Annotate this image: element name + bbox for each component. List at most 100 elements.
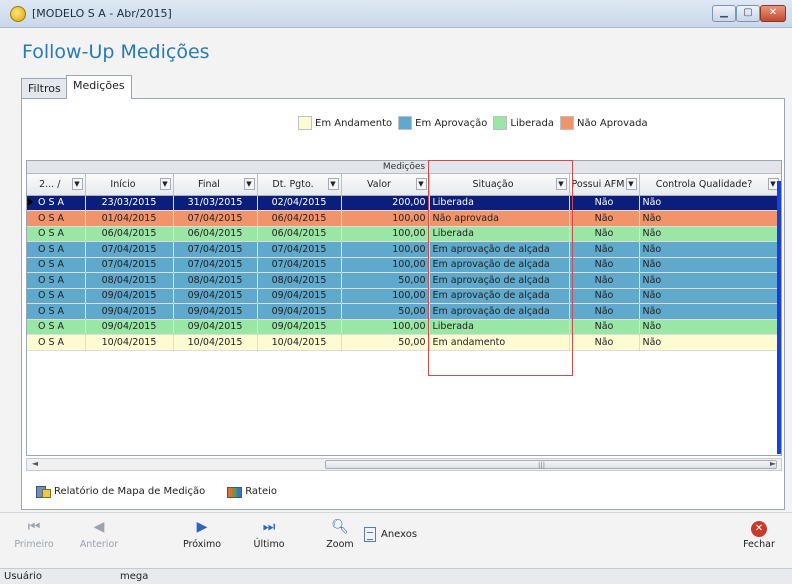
cell-inicio[interactable]: 09/04/2015	[85, 303, 174, 320]
cell-dt-pgto[interactable]: 02/04/2015	[257, 195, 342, 211]
cell-dt-pgto[interactable]: 07/04/2015	[257, 241, 342, 258]
table-row[interactable]: O S A 09/04/2015 09/04/2015 09/04/2015 100,0…	[27, 288, 781, 304]
cell-valor[interactable]: 50,00	[341, 303, 430, 320]
cell-empresa[interactable]: O S A	[27, 210, 86, 227]
cell-final[interactable]: 07/04/2015	[173, 241, 258, 258]
cell-dt-pgto[interactable]: 08/04/2015	[257, 272, 342, 289]
column-filter-dropdown-icon[interactable]: ▼	[327, 178, 339, 190]
cell-inicio[interactable]: 09/04/2015	[85, 319, 174, 335]
cell-inicio[interactable]: 07/04/2015	[85, 257, 174, 273]
cell-inicio[interactable]: 01/04/2015	[85, 210, 174, 227]
scroll-right-icon[interactable]: ►	[767, 459, 779, 470]
table-row[interactable]: O S A 06/04/2015 06/04/2015 06/04/2015 100,0…	[27, 226, 781, 242]
table-row[interactable]: O S A 09/04/2015 09/04/2015 09/04/2015 100,0…	[27, 319, 781, 335]
cell-valor[interactable]: 50,00	[341, 334, 430, 351]
grid-horizontal-scrollbar[interactable]: ◄ ||| ►	[26, 458, 782, 471]
cell-dt-pgto[interactable]: 06/04/2015	[257, 210, 342, 227]
cell-final[interactable]: 09/04/2015	[173, 303, 258, 320]
cell-valor[interactable]: 100,00	[341, 319, 430, 335]
table-row[interactable]: O S A 09/04/2015 09/04/2015 09/04/2015 50,00…	[27, 303, 781, 320]
cell-possui-afm[interactable]: Não	[569, 195, 640, 211]
minimize-button[interactable]: ▁	[712, 5, 736, 22]
column-filter-dropdown-icon[interactable]: ▼	[159, 178, 171, 190]
cell-possui-afm[interactable]: Não	[569, 272, 640, 289]
column-header-final[interactable]: Final ▼	[173, 174, 258, 196]
cell-controla-qualidade[interactable]: Não	[639, 226, 781, 242]
cell-controla-qualidade[interactable]: Não	[639, 210, 781, 227]
column-header-controla-qualidade[interactable]: Controla Qualidade? ▼	[639, 174, 781, 196]
cell-empresa[interactable]: O S A	[27, 257, 86, 273]
scrollbar-thumb[interactable]: |||	[325, 460, 777, 469]
table-row[interactable]: O S A 01/04/2015 07/04/2015 06/04/2015 100,0…	[27, 210, 781, 227]
table-row[interactable]: O S A 10/04/2015 10/04/2015 10/04/2015 50,00…	[27, 334, 781, 351]
anexos-button[interactable]: Anexos	[364, 527, 417, 542]
cell-empresa[interactable]: O S A	[27, 288, 86, 304]
cell-inicio[interactable]: 06/04/2015	[85, 226, 174, 242]
table-row[interactable]: O S A 08/04/2015 08/04/2015 08/04/2015 50,00…	[27, 272, 781, 289]
cell-controla-qualidade[interactable]: Não	[639, 257, 781, 273]
cell-inicio[interactable]: 09/04/2015	[85, 288, 174, 304]
cell-dt-pgto[interactable]: 09/04/2015	[257, 288, 342, 304]
column-filter-dropdown-icon[interactable]: ▼	[71, 178, 83, 190]
column-filter-dropdown-icon[interactable]: ▼	[415, 178, 427, 190]
cell-valor[interactable]: 200,00	[341, 195, 430, 211]
cell-dt-pgto[interactable]: 10/04/2015	[257, 334, 342, 351]
column-filter-dropdown-icon[interactable]: ▼	[243, 178, 255, 190]
cell-controla-qualidade[interactable]: Não	[639, 319, 781, 335]
cell-final[interactable]: 09/04/2015	[173, 288, 258, 304]
column-header-dt-pgto[interactable]: Dt. Pgto. ▼	[257, 174, 342, 196]
table-row[interactable]: O S A 07/04/2015 07/04/2015 07/04/2015 100,0…	[27, 257, 781, 273]
close-window-button[interactable]: ✕	[760, 5, 786, 22]
column-header-valor[interactable]: Valor ▼	[341, 174, 430, 196]
column-header-possui-afm[interactable]: Possui AFM ▼	[569, 174, 640, 196]
cell-inicio[interactable]: 07/04/2015	[85, 241, 174, 258]
cell-empresa[interactable]: O S A	[27, 241, 86, 258]
cell-controla-qualidade[interactable]: Não	[639, 241, 781, 258]
cell-possui-afm[interactable]: Não	[569, 241, 640, 258]
cell-valor[interactable]: 50,00	[341, 272, 430, 289]
cell-empresa[interactable]: O S A	[27, 272, 86, 289]
cell-inicio[interactable]: 10/04/2015	[85, 334, 174, 351]
cell-controla-qualidade[interactable]: Não	[639, 288, 781, 304]
cell-dt-pgto[interactable]: 09/04/2015	[257, 303, 342, 320]
cell-possui-afm[interactable]: Não	[569, 210, 640, 227]
scroll-left-icon[interactable]: ◄	[29, 459, 41, 470]
zoom-button[interactable]: 🔍︎ Zoom	[315, 518, 365, 550]
cell-possui-afm[interactable]: Não	[569, 226, 640, 242]
cell-valor[interactable]: 100,00	[341, 226, 430, 242]
cell-possui-afm[interactable]: Não	[569, 288, 640, 304]
cell-dt-pgto[interactable]: 06/04/2015	[257, 226, 342, 242]
primeiro-button[interactable]: ⏮ Primeiro	[9, 518, 59, 550]
rateio-link[interactable]: Rateio	[227, 485, 277, 498]
cell-final[interactable]: 10/04/2015	[173, 334, 258, 351]
cell-controla-qualidade[interactable]: Não	[639, 334, 781, 351]
cell-possui-afm[interactable]: Não	[569, 319, 640, 335]
cell-dt-pgto[interactable]: 09/04/2015	[257, 319, 342, 335]
table-row[interactable]: O S A 23/03/2015 31/03/2015 02/04/2015 200,0…	[27, 195, 781, 211]
tab-medicoes[interactable]: Medições	[66, 75, 132, 99]
cell-controla-qualidade[interactable]: Não	[639, 272, 781, 289]
cell-final[interactable]: 07/04/2015	[173, 257, 258, 273]
cell-possui-afm[interactable]: Não	[569, 334, 640, 351]
cell-inicio[interactable]: 23/03/2015	[85, 195, 174, 211]
maximize-button[interactable]: ▢	[736, 5, 760, 22]
cell-controla-qualidade[interactable]: Não	[639, 195, 781, 211]
cell-final[interactable]: 08/04/2015	[173, 272, 258, 289]
cell-empresa[interactable]: O S A	[27, 195, 86, 211]
cell-final[interactable]: 06/04/2015	[173, 226, 258, 242]
fechar-button[interactable]: ✕ Fechar	[734, 518, 784, 550]
cell-empresa[interactable]: O S A	[27, 319, 86, 335]
cell-possui-afm[interactable]: Não	[569, 257, 640, 273]
grid-vertical-scrollbar[interactable]	[777, 181, 781, 454]
cell-valor[interactable]: 100,00	[341, 288, 430, 304]
anterior-button[interactable]: ◀ Anterior	[74, 518, 124, 550]
tab-filtros[interactable]: Filtros	[21, 78, 68, 99]
proximo-button[interactable]: ▶ Próximo	[177, 518, 227, 550]
cell-empresa[interactable]: O S A	[27, 226, 86, 242]
cell-empresa[interactable]: O S A	[27, 303, 86, 320]
cell-final[interactable]: 31/03/2015	[173, 195, 258, 211]
cell-empresa[interactable]: O S A	[27, 334, 86, 351]
cell-controla-qualidade[interactable]: Não	[639, 303, 781, 320]
column-header-inicio[interactable]: Início ▼	[85, 174, 174, 196]
cell-final[interactable]: 07/04/2015	[173, 210, 258, 227]
